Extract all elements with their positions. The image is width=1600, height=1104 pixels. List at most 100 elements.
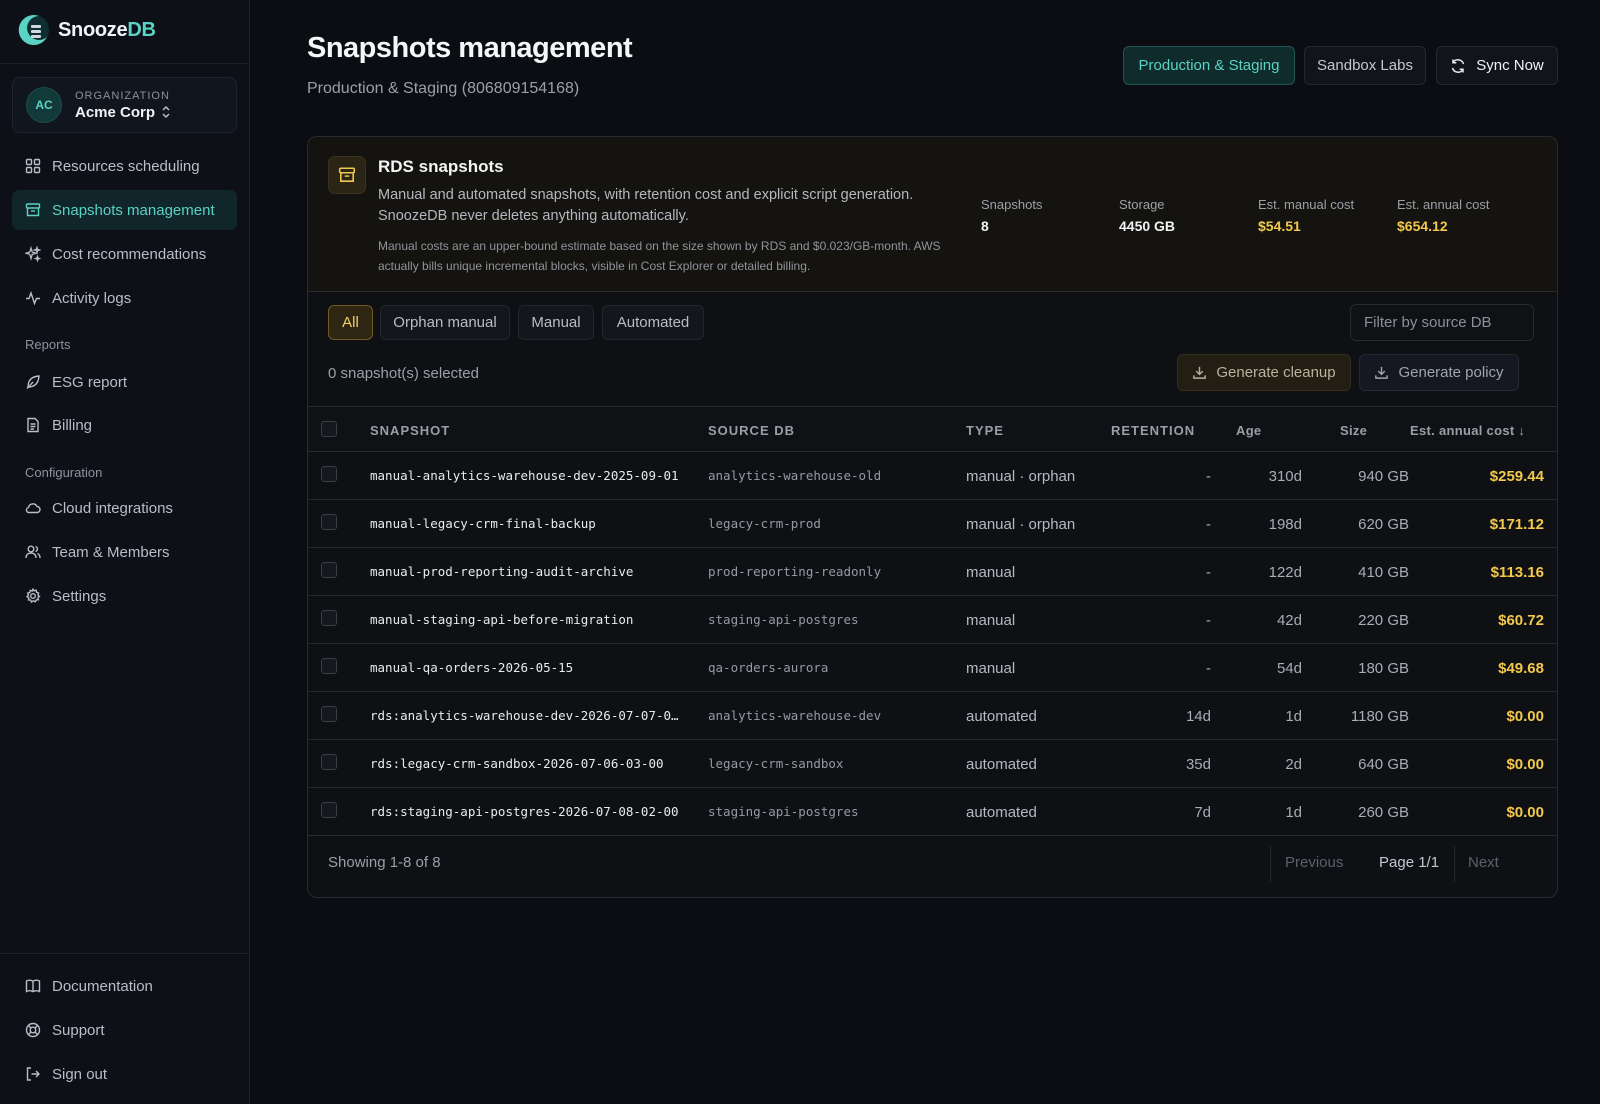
filter-all[interactable]: All <box>328 305 373 340</box>
size: 620 GB <box>1358 516 1409 533</box>
snapshot-type: manual <box>966 612 1016 629</box>
stat-label: Snapshots <box>981 197 1043 212</box>
org-label: ORGANIZATION <box>75 89 170 102</box>
row-checkbox[interactable] <box>321 754 337 770</box>
source-db: prod-reporting-readonly <box>708 564 882 579</box>
card-title: RDS snapshots <box>378 157 504 176</box>
org-avatar: AC <box>26 87 62 123</box>
size: 220 GB <box>1358 612 1409 629</box>
table-row[interactable]: rds:analytics-warehouse-dev-2026-07-07-0… <box>308 692 1557 740</box>
nav-label: Resources scheduling <box>52 157 200 175</box>
nav-section-configuration: Configuration <box>25 465 103 480</box>
download-icon <box>1375 366 1389 379</box>
row-checkbox[interactable] <box>321 610 337 626</box>
stat-label: Storage <box>1119 197 1165 212</box>
organization-switcher[interactable]: AC ORGANIZATION Acme Corp <box>12 77 237 133</box>
stat-label: Est. annual cost <box>1397 197 1490 212</box>
row-checkbox[interactable] <box>321 658 337 674</box>
main-content: Snapshots management Production & Stagin… <box>250 0 1600 1104</box>
sync-now-button[interactable]: Sync Now <box>1436 46 1558 85</box>
sidebar: SnoozeDB AC ORGANIZATION Acme Corp Resou… <box>0 0 250 1104</box>
nav-resources-scheduling[interactable]: Resources scheduling <box>12 146 237 186</box>
age: 1d <box>1285 804 1302 821</box>
nav-team-members[interactable]: Team & Members <box>12 532 237 572</box>
table-row[interactable]: manual-qa-orders-2026-05-15 qa-orders-aur… <box>308 644 1557 692</box>
col-source-db[interactable]: SOURCE DB <box>708 423 795 438</box>
lifebuoy-icon <box>25 1022 41 1038</box>
generate-policy-button[interactable]: Generate policy <box>1359 354 1519 391</box>
snapshot-type: automated <box>966 804 1037 821</box>
row-checkbox[interactable] <box>321 466 337 482</box>
nav-settings[interactable]: Settings <box>12 576 237 616</box>
nav-cloud-integrations[interactable]: Cloud integrations <box>12 488 237 528</box>
filter-automated[interactable]: Automated <box>602 305 704 340</box>
showing-count: Showing 1-8 of 8 <box>328 854 441 871</box>
stat-value: $54.51 <box>1258 218 1301 234</box>
snapshot-type: automated <box>966 708 1037 725</box>
table-row[interactable]: manual-prod-reporting-audit-archive prod-… <box>308 548 1557 596</box>
cost-note: Manual costs are an upper-bound estimate… <box>378 239 941 273</box>
nav-label: Cloud integrations <box>52 499 173 517</box>
source-db-filter-input[interactable] <box>1350 304 1534 341</box>
filter-orphan-manual[interactable]: Orphan manual <box>380 305 510 340</box>
annual-cost: $113.16 <box>1490 564 1544 581</box>
col-snapshot[interactable]: SNAPSHOT <box>370 423 450 438</box>
snapshots-table: SNAPSHOT SOURCE DB TYPE RETENTION Age Si… <box>308 406 1557 836</box>
nav-label: Cost recommendations <box>52 245 207 263</box>
table-row[interactable]: rds:staging-api-postgres-2026-07-08-02-0… <box>308 788 1557 836</box>
snapshot-name: manual-prod-reporting-audit-archive <box>370 564 634 579</box>
generate-cleanup-button[interactable]: Generate cleanup <box>1177 354 1351 391</box>
next-page-button[interactable]: Next <box>1468 854 1499 871</box>
age: 310d <box>1268 468 1302 485</box>
source-db: analytics-warehouse-old <box>708 468 882 483</box>
row-checkbox[interactable] <box>321 706 337 722</box>
refresh-icon <box>1452 58 1465 73</box>
nav-section-reports: Reports <box>25 337 71 352</box>
col-size[interactable]: Size <box>1340 423 1367 438</box>
nav-cost-recommendations[interactable]: Cost recommendations <box>12 234 237 274</box>
sparkles-icon <box>25 246 41 262</box>
nav-snapshots-management[interactable]: Snapshots management <box>12 190 237 230</box>
sidebar-divider <box>0 63 249 64</box>
filter-manual[interactable]: Manual <box>518 305 594 340</box>
table-row[interactable]: manual-analytics-warehouse-dev-2025-09-0… <box>308 452 1557 500</box>
retention: 35d <box>1185 756 1211 773</box>
sidebar-divider <box>0 953 249 954</box>
row-checkbox[interactable] <box>321 562 337 578</box>
nav-label: Activity logs <box>52 289 132 307</box>
nav-activity-logs[interactable]: Activity logs <box>12 278 237 318</box>
table-footer: Showing 1-8 of 8 Previous Page 1/1 Next <box>308 838 1557 897</box>
col-retention[interactable]: RETENTION <box>1111 423 1195 438</box>
annual-cost: $0.00 <box>1506 804 1544 821</box>
table-row[interactable]: manual-staging-api-before-migration stagi… <box>308 596 1557 644</box>
row-checkbox[interactable] <box>321 514 337 530</box>
nav-esg-report[interactable]: ESG report <box>12 362 237 402</box>
col-age[interactable]: Age <box>1236 423 1261 438</box>
nav-documentation[interactable]: Documentation <box>12 966 237 1006</box>
snapshot-name: rds:analytics-warehouse-dev-2026-07-07-0… <box>370 708 685 723</box>
nav-label: Team & Members <box>52 543 170 561</box>
nav-sign-out[interactable]: Sign out <box>12 1054 237 1094</box>
stat-value: $654.12 <box>1397 218 1448 234</box>
grid-icon <box>25 158 41 174</box>
snapshot-name: rds:staging-api-postgres-2026-07-08-02-0… <box>370 804 679 819</box>
source-db: staging-api-postgres <box>708 612 859 627</box>
retention: - <box>1206 564 1211 581</box>
age: 122d <box>1268 564 1302 581</box>
nav-label: Support <box>52 1021 105 1039</box>
previous-page-button[interactable]: Previous <box>1285 854 1343 871</box>
row-checkbox[interactable] <box>321 802 337 818</box>
retention: - <box>1206 612 1211 629</box>
brand[interactable]: SnoozeDB <box>16 12 156 48</box>
env-sandbox-labs-button[interactable]: Sandbox Labs <box>1304 46 1426 85</box>
download-icon <box>1193 366 1207 379</box>
table-row[interactable]: rds:legacy-crm-sandbox-2026-07-06-03-00 l… <box>308 740 1557 788</box>
nav-support[interactable]: Support <box>12 1010 237 1050</box>
col-annual-cost[interactable]: Est. annual cost ↓ <box>1410 423 1525 438</box>
col-type[interactable]: TYPE <box>966 423 1004 438</box>
env-production-staging-button[interactable]: Production & Staging <box>1123 46 1295 85</box>
table-row[interactable]: manual-legacy-crm-final-backup legacy-crm… <box>308 500 1557 548</box>
stat-label: Est. manual cost <box>1258 197 1355 212</box>
nav-billing[interactable]: Billing <box>12 405 237 445</box>
select-all-checkbox[interactable] <box>321 421 337 437</box>
